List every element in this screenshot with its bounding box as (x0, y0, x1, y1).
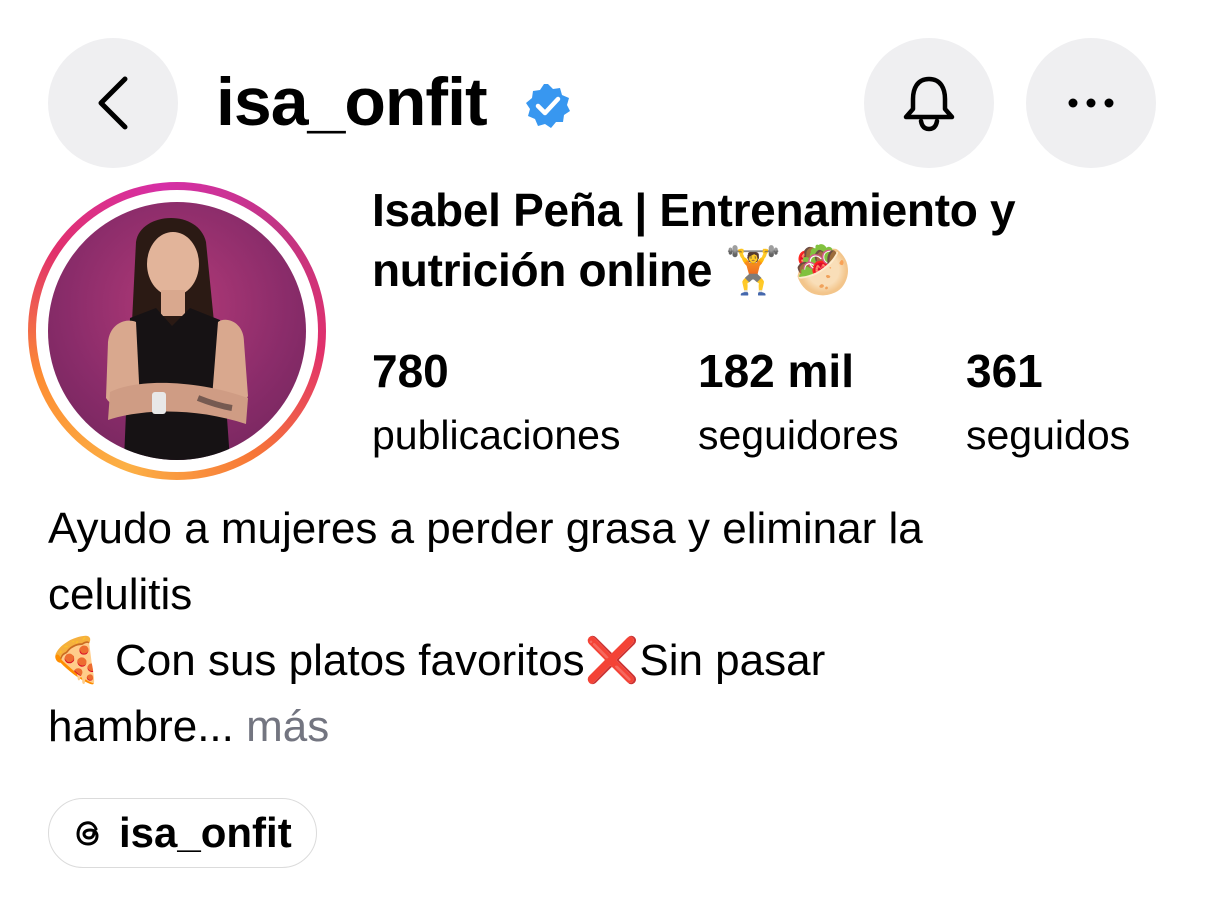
followers-count-label: seguidores (698, 412, 899, 458)
full-name-line-1: Isabel Peña | Entrenamiento y (372, 184, 1016, 236)
threads-link[interactable]: isa_onfit (48, 798, 317, 868)
following-count[interactable]: 361 seguidos (966, 344, 1130, 462)
avatar-gap (36, 190, 318, 472)
profile-bio: Ayudo a mujeres a perder grasa y elimina… (48, 496, 1178, 760)
notifications-button[interactable] (864, 38, 994, 168)
profile-username: isa_onfit (216, 64, 488, 140)
posts-count-value: 780 (372, 345, 449, 397)
avatar-person-illustration (106, 217, 248, 460)
bio-line-1: Ayudo a mujeres a perder grasa y elimina… (48, 504, 923, 553)
profile-full-name: Isabel Peña | Entrenamiento y nutrición … (372, 180, 1172, 300)
bio-line-2: celulitis (48, 570, 193, 619)
following-count-label: seguidos (966, 412, 1131, 458)
verified-badge-icon (526, 84, 570, 128)
bio-line-4: hambre... más (48, 694, 1178, 760)
threads-icon (76, 821, 99, 846)
more-options-button[interactable] (1026, 38, 1156, 168)
threads-username: isa_onfit (119, 809, 292, 856)
ellipsis-icon (1068, 98, 1114, 108)
profile-avatar (48, 202, 306, 460)
story-ring[interactable] (28, 182, 326, 480)
full-name-line-2: nutrición online 🏋️ 🥙 (372, 244, 852, 296)
chevron-left-icon (98, 76, 128, 130)
bell-icon (903, 76, 955, 132)
back-button[interactable] (48, 38, 178, 168)
bio-line-3: 🍕 Con sus platos favoritos❌Sin pasar (48, 636, 826, 685)
bio-more-link[interactable]: más (246, 702, 329, 751)
posts-count[interactable]: 780 publicaciones (372, 344, 620, 462)
bio-line-4-text: hambre... (48, 702, 234, 751)
followers-count-value: 182 mil (698, 345, 854, 397)
following-count-value: 361 (966, 345, 1043, 397)
posts-count-label: publicaciones (372, 412, 621, 458)
followers-count[interactable]: 182 mil seguidores (698, 344, 899, 462)
